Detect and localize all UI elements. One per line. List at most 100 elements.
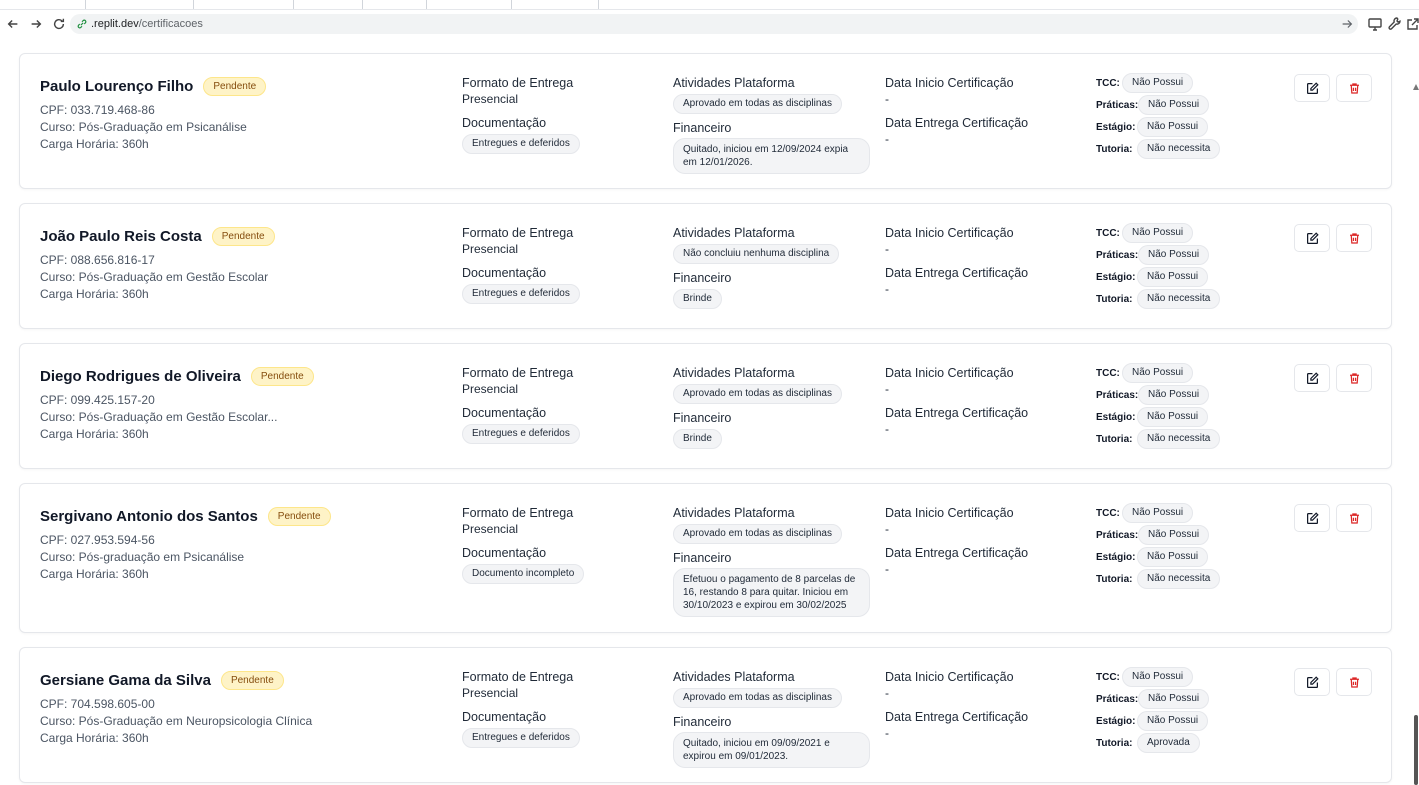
financeiro-chip: Quitado, iniciou em 12/09/2024 expia em …: [673, 138, 870, 174]
atividades-chip: Aprovado em todas as disciplinas: [673, 384, 842, 404]
activities-column: Atividades Plataforma Aprovado em todas …: [673, 75, 883, 174]
atividades-label: Atividades Plataforma: [673, 670, 795, 684]
student-cpf: CPF: 033.719.468-86: [40, 103, 155, 117]
certification-card: Diego Rodrigues de Oliveira Pendente CPF…: [19, 343, 1392, 469]
data-inicio-label: Data Inicio Certificação: [885, 506, 1014, 520]
praticas-label: Práticas:: [1096, 529, 1139, 541]
atividades-chip: Aprovado em todas as disciplinas: [673, 688, 842, 708]
reload-icon[interactable]: [50, 15, 68, 33]
edit-button[interactable]: [1294, 668, 1330, 696]
data-inicio-value: -: [885, 522, 889, 536]
delete-button[interactable]: [1336, 74, 1372, 102]
edit-icon: [1306, 511, 1319, 524]
delete-button[interactable]: [1336, 668, 1372, 696]
data-inicio-label: Data Inicio Certificação: [885, 76, 1014, 90]
student-course: Curso: Pós-Graduação em Psicanálise: [40, 120, 247, 134]
student-course: Curso: Pós-graduação em Psicanálise: [40, 550, 245, 564]
atividades-label: Atividades Plataforma: [673, 506, 795, 520]
back-icon[interactable]: [4, 15, 22, 33]
student-course: Curso: Pós-Graduação em Gestão Escolar: [40, 270, 269, 284]
formato-value: Presencial: [462, 242, 519, 256]
activities-column: Atividades Plataforma Aprovado em todas …: [673, 365, 883, 449]
dates-column: Data Inicio Certificação - Data Entrega …: [885, 365, 1085, 438]
student-name: Gersiane Gama da Silva: [40, 671, 211, 689]
formato-value: Presencial: [462, 92, 519, 106]
student-info: Gersiane Gama da Silva Pendente CPF: 704…: [40, 670, 440, 747]
documentacao-chip: Entregues e deferidos: [462, 728, 580, 748]
student-name: Sergivano Antonio dos Santos: [40, 507, 258, 525]
address-bar[interactable]: .replit.dev/certificacoes: [70, 14, 1358, 34]
scrollbar[interactable]: [1413, 40, 1419, 785]
certification-card: Sergivano Antonio dos Santos Pendente CP…: [19, 483, 1392, 633]
praticas-chip: Não Possui: [1138, 689, 1210, 709]
status-badge: Pendente: [203, 76, 267, 96]
data-entrega-label: Data Entrega Certificação: [885, 406, 1029, 420]
delete-button[interactable]: [1336, 364, 1372, 392]
formato-label: Formato de Entrega: [462, 226, 574, 240]
atividades-chip: Não concluiu nenhuma disciplina: [673, 244, 840, 264]
estagio-chip: Não Possui: [1137, 267, 1209, 287]
financeiro-label: Financeiro: [673, 271, 732, 285]
tutoria-label: Tutoria:: [1096, 433, 1133, 445]
estagio-chip: Não Possui: [1137, 117, 1209, 137]
data-entrega-value: -: [885, 132, 889, 146]
certification-card: Gersiane Gama da Silva Pendente CPF: 704…: [19, 647, 1392, 783]
student-workload: Carga Horária: 360h: [40, 287, 149, 301]
edit-icon: [1306, 231, 1319, 244]
tcc-label: TCC:: [1096, 507, 1120, 519]
estagio-label: Estágio:: [1096, 121, 1136, 133]
estagio-label: Estágio:: [1096, 271, 1136, 283]
status-badge: Pendente: [250, 366, 314, 386]
edit-button[interactable]: [1294, 364, 1330, 392]
requirements-grid: TCC: Não Possui Práticas: Não Possui Est…: [1096, 362, 1276, 450]
documentacao-chip: Documento incompleto: [462, 564, 585, 584]
tutoria-chip: Não necessita: [1137, 569, 1221, 589]
scroll-up-icon[interactable]: [1413, 84, 1419, 90]
edit-button[interactable]: [1294, 224, 1330, 252]
praticas-label: Práticas:: [1096, 389, 1139, 401]
data-entrega-value: -: [885, 726, 889, 740]
scrollbar-thumb[interactable]: [1414, 715, 1418, 785]
external-link-icon[interactable]: [1405, 16, 1419, 32]
praticas-chip: Não Possui: [1138, 525, 1210, 545]
dates-column: Data Inicio Certificação - Data Entrega …: [885, 669, 1085, 742]
student-workload: Carga Horária: 360h: [40, 567, 149, 581]
arrow-right-icon[interactable]: [1340, 17, 1354, 31]
student-workload: Carga Horária: 360h: [40, 427, 149, 441]
data-entrega-value: -: [885, 562, 889, 576]
edit-button[interactable]: [1294, 74, 1330, 102]
delete-button[interactable]: [1336, 504, 1372, 532]
financeiro-label: Financeiro: [673, 411, 732, 425]
tcc-chip: Não Possui: [1122, 223, 1194, 243]
delete-button[interactable]: [1336, 224, 1372, 252]
data-inicio-value: -: [885, 382, 889, 396]
requirements-grid: TCC: Não Possui Práticas: Não Possui Est…: [1096, 72, 1276, 160]
dates-column: Data Inicio Certificação - Data Entrega …: [885, 75, 1085, 148]
data-entrega-value: -: [885, 422, 889, 436]
data-inicio-label: Data Inicio Certificação: [885, 366, 1014, 380]
status-badge: Pendente: [211, 226, 275, 246]
forward-icon[interactable]: [27, 15, 45, 33]
data-inicio-label: Data Inicio Certificação: [885, 670, 1014, 684]
tcc-label: TCC:: [1096, 671, 1120, 683]
delivery-column: Formato de Entrega Presencial Documentaç…: [462, 365, 662, 444]
trash-icon: [1349, 82, 1359, 94]
url-host: .replit.dev: [91, 18, 139, 30]
tutoria-label: Tutoria:: [1096, 293, 1133, 305]
requirements-grid: TCC: Não Possui Práticas: Não Possui Est…: [1096, 502, 1276, 590]
financeiro-label: Financeiro: [673, 551, 732, 565]
browser-toolbar: .replit.dev/certificacoes: [0, 10, 1419, 38]
tutoria-label: Tutoria:: [1096, 737, 1133, 749]
praticas-chip: Não Possui: [1138, 385, 1210, 405]
atividades-label: Atividades Plataforma: [673, 76, 795, 90]
monitor-icon[interactable]: [1367, 16, 1383, 32]
tab-divider: [362, 0, 363, 9]
edit-icon: [1306, 675, 1319, 688]
tcc-label: TCC:: [1096, 227, 1120, 239]
trash-icon: [1349, 232, 1359, 244]
documentacao-label: Documentação: [462, 406, 547, 420]
wrench-icon[interactable]: [1387, 16, 1403, 32]
atividades-label: Atividades Plataforma: [673, 366, 795, 380]
status-badge: Pendente: [267, 506, 331, 526]
edit-button[interactable]: [1294, 504, 1330, 532]
